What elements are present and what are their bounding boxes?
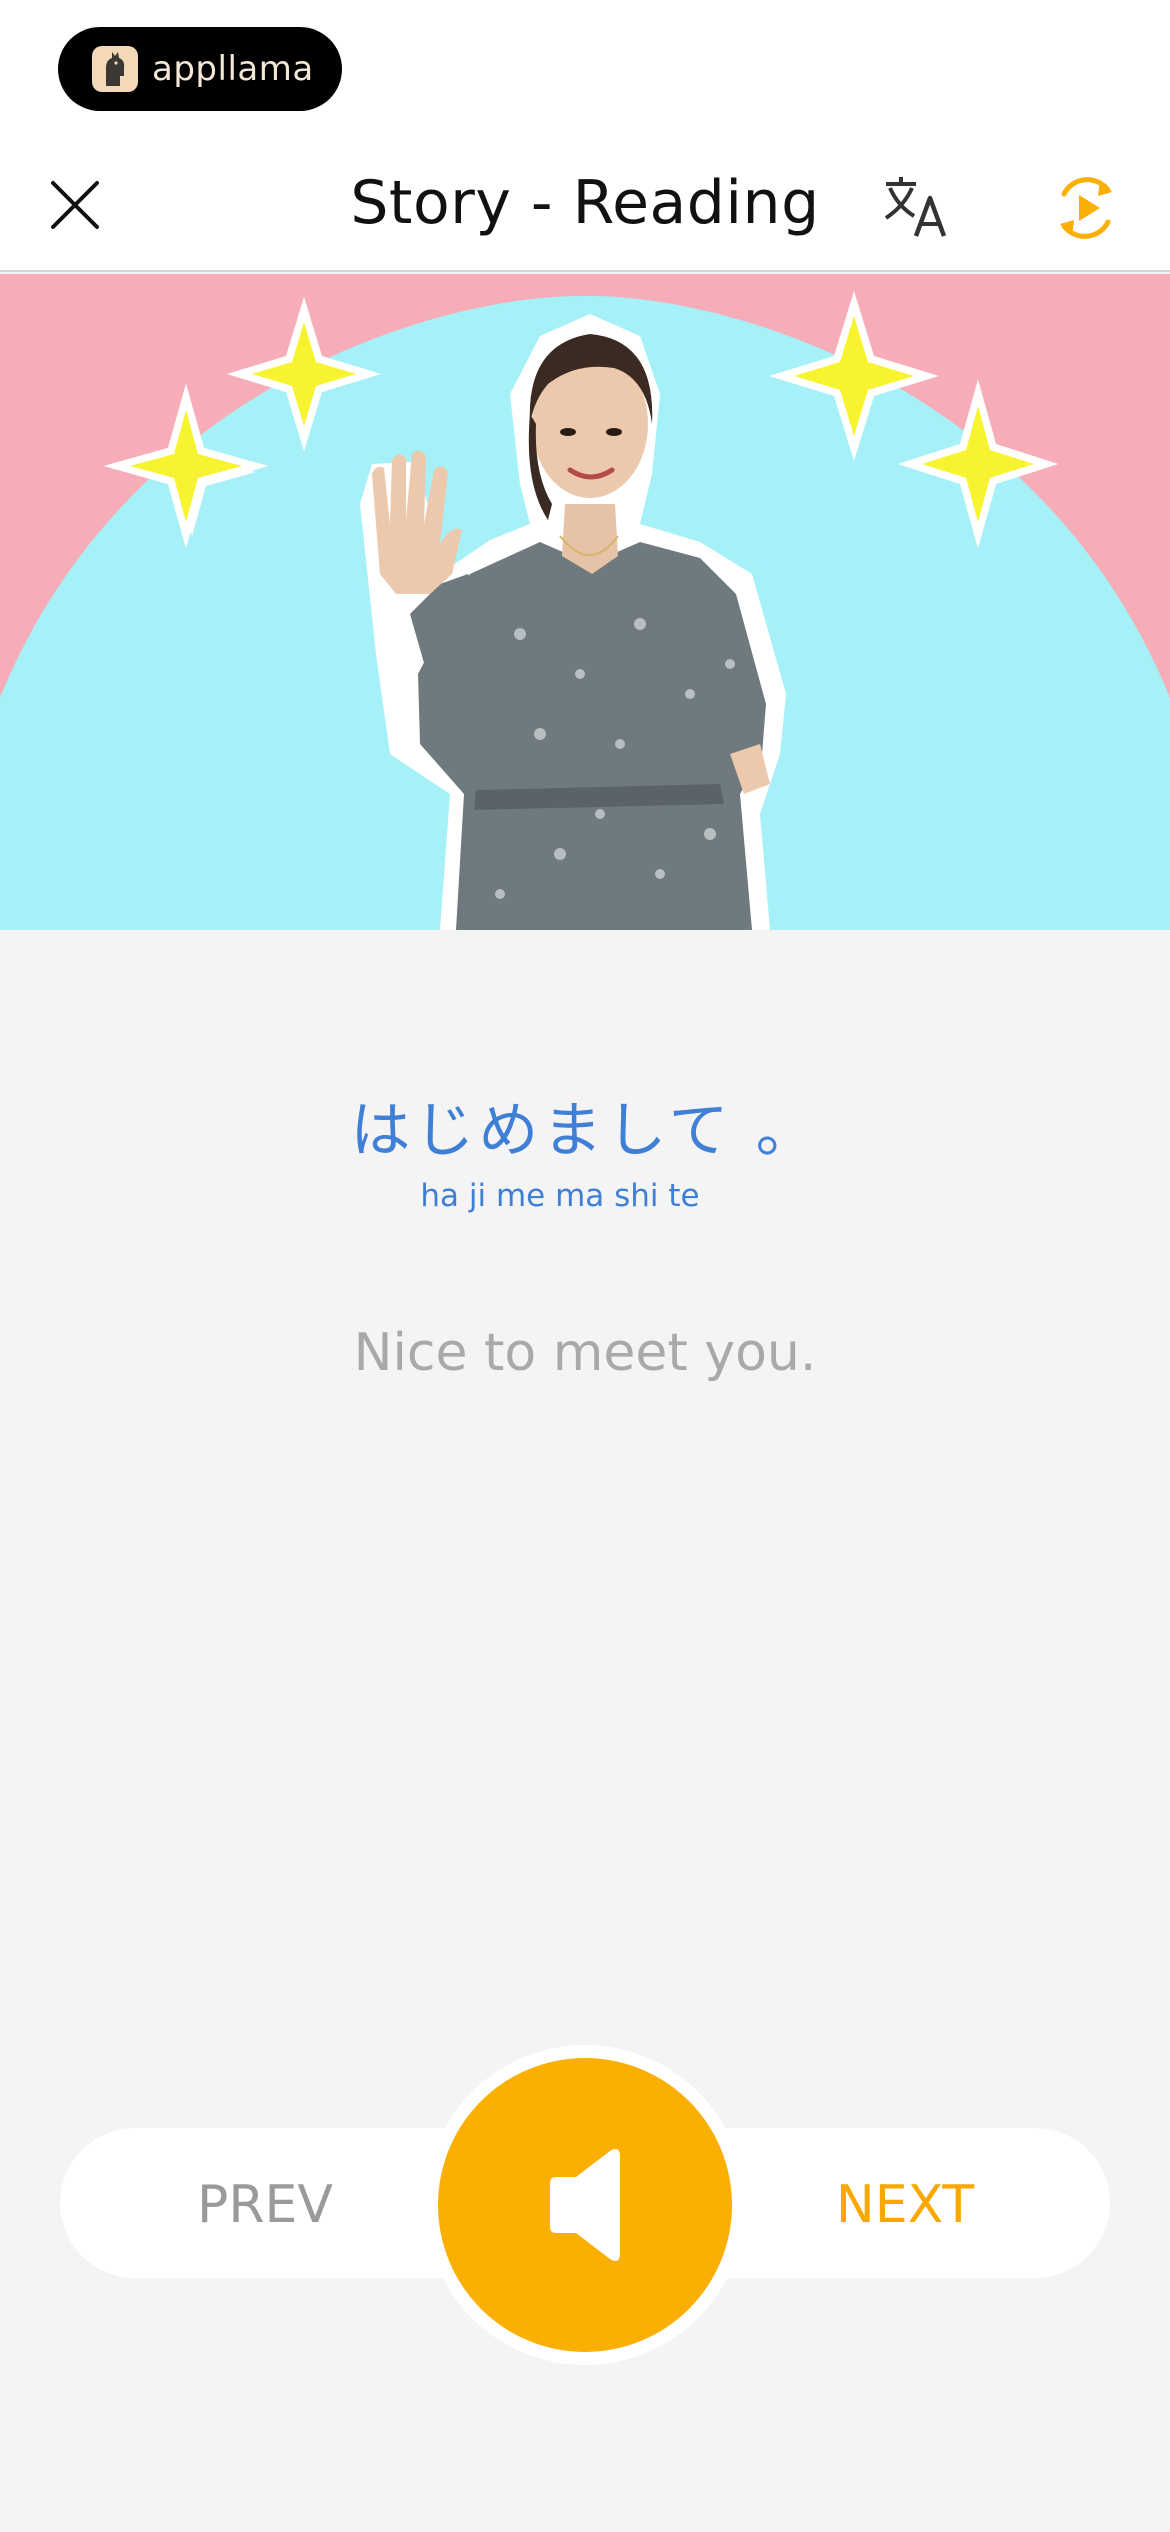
story-illustration: [0, 274, 1170, 930]
brand-badge: appllama: [58, 27, 342, 111]
romaji-reading: ha ji me ma shi te: [420, 1178, 700, 1214]
japanese-phrase: はじめまして 。: [350, 1096, 820, 1166]
page-title: Story - Reading: [350, 168, 820, 238]
speaker-icon: [550, 2149, 620, 2261]
play-audio-button[interactable]: [438, 2058, 732, 2352]
teacher-waving-illustration: [0, 290, 1170, 930]
translate-icon: [884, 177, 947, 237]
autoplay-button[interactable]: [1050, 172, 1122, 244]
autoplay-icon: [1060, 177, 1112, 239]
brand-name: appllama: [152, 49, 314, 89]
prev-button[interactable]: PREV: [130, 2170, 400, 2240]
llama-logo-icon: [92, 46, 138, 92]
next-button[interactable]: NEXT: [770, 2170, 1040, 2240]
translate-button[interactable]: [880, 172, 950, 242]
english-translation: Nice to meet you.: [353, 1323, 817, 1383]
